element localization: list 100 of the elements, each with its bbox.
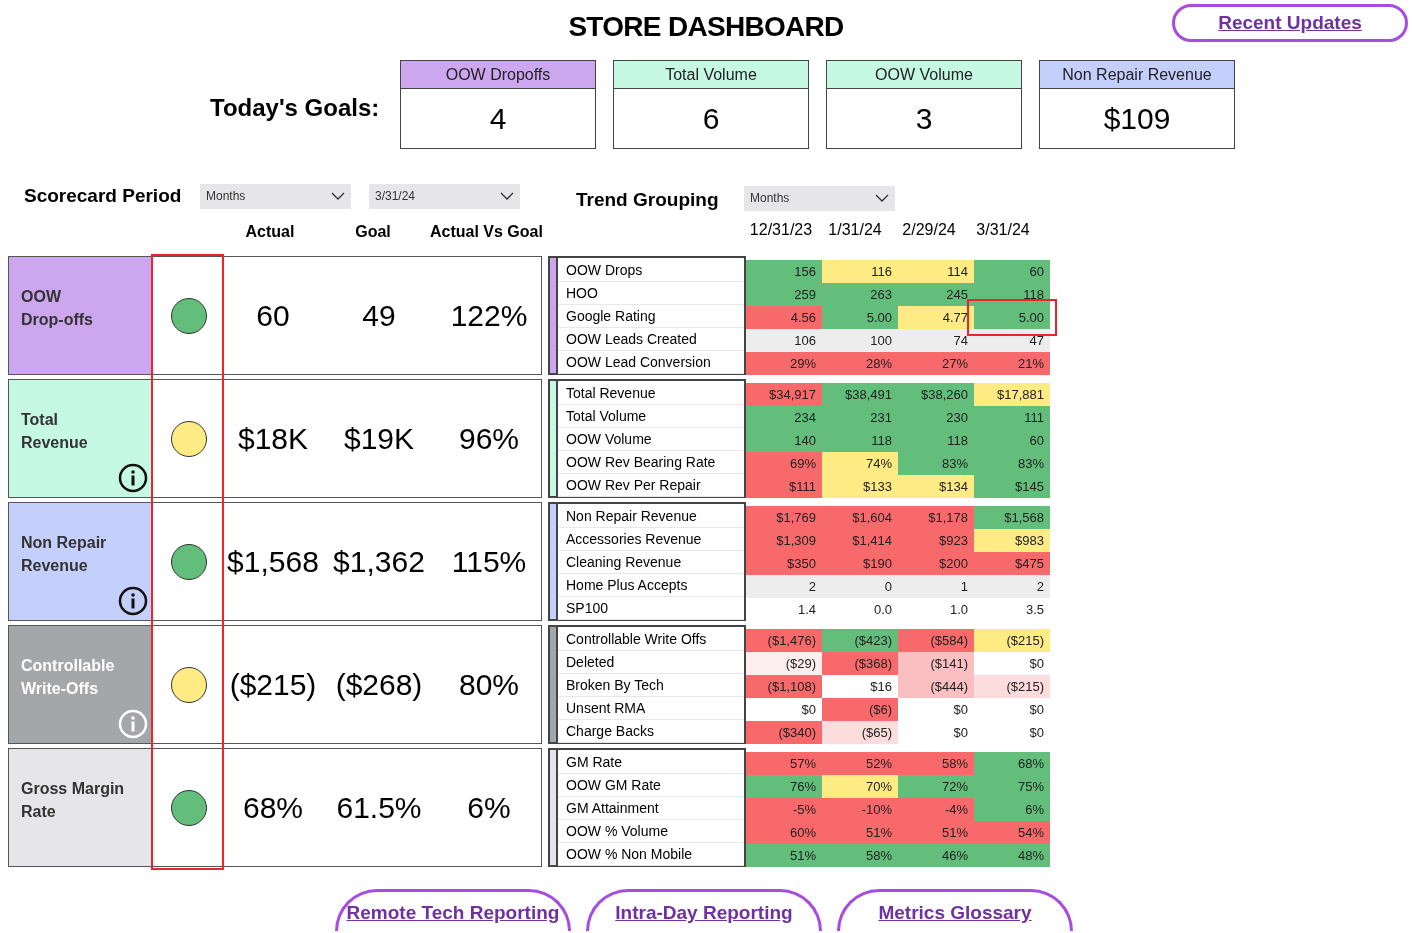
trend-cell: 118	[898, 429, 974, 452]
metric-name: OOW % Volume	[558, 820, 744, 843]
trend-cell: 76%	[746, 775, 822, 798]
scorecard-name: Gross Margin Rate	[21, 779, 125, 822]
trend-cell: $1,414	[822, 529, 898, 552]
goal-value: 49	[361, 298, 397, 334]
trend-cell: 111	[974, 406, 1050, 429]
metric-name: OOW Volume	[558, 428, 744, 451]
trend-cell: 2	[974, 575, 1050, 598]
trend-cell: 27%	[898, 352, 974, 375]
goal-value: $109	[1102, 101, 1172, 137]
trend-cell: 51%	[898, 821, 974, 844]
vs-goal-value: 96%	[457, 421, 520, 457]
trend-cell: $38,491	[822, 383, 898, 406]
trend-cell: 70%	[822, 775, 898, 798]
trend-cell: $983	[974, 529, 1050, 552]
trend-cell: 60%	[746, 821, 822, 844]
trend-cell: $190	[822, 552, 898, 575]
trend-grouping-label: Trend Grouping	[575, 187, 720, 212]
report-link[interactable]: Remote Tech Reporting	[335, 889, 571, 931]
info-icon[interactable]	[118, 586, 148, 616]
trend-cell: $475	[974, 552, 1050, 575]
trend-cell: $134	[898, 475, 974, 498]
trend-cell: 4.56	[746, 306, 822, 329]
trend-cell: $145	[974, 475, 1050, 498]
recent-updates-link[interactable]: Recent Updates	[1172, 4, 1408, 42]
trend-cell: ($215)	[974, 629, 1050, 652]
trend-cell: 54%	[974, 821, 1050, 844]
report-link[interactable]: Intra-Day Reporting	[586, 889, 822, 931]
trend-cell: 230	[898, 406, 974, 429]
goal-title: OOW Volume	[827, 61, 1021, 89]
metric-name: Unsent RMA	[558, 697, 744, 720]
trend-cell: 48%	[974, 844, 1050, 867]
vs-goal-value: 122%	[449, 298, 529, 334]
trend-cell: 106	[746, 329, 822, 352]
column-header: Goal	[354, 222, 392, 242]
dropdown[interactable]: Months	[744, 185, 895, 211]
scorecard-name: Controllable Write-Offs	[21, 656, 115, 699]
actual-value: 68%	[241, 790, 304, 826]
vs-goal-value: 115%	[450, 544, 528, 580]
column-header: 12/31/23	[748, 220, 814, 240]
trend-cell: 140	[746, 429, 822, 452]
trend-cell: -4%	[898, 798, 974, 821]
trend-cell: 68%	[974, 752, 1050, 775]
goal-value: 3	[914, 101, 934, 137]
actual-value: $18K	[236, 421, 310, 457]
trend-cell: ($444)	[898, 675, 974, 698]
metric-name: Non Repair Revenue	[558, 505, 744, 528]
trend-cell: 234	[746, 406, 822, 429]
trend-cell: 263	[822, 283, 898, 306]
trend-cell: 29%	[746, 352, 822, 375]
metric-name: Charge Backs	[558, 720, 744, 743]
info-icon[interactable]	[118, 463, 148, 493]
trend-cell: $1,568	[974, 506, 1050, 529]
scorecard-name: Non Repair Revenue	[21, 533, 107, 576]
metric-name: OOW Rev Per Repair	[558, 474, 744, 497]
vs-goal-value: 80%	[457, 667, 520, 703]
trend-cell: 1	[898, 575, 974, 598]
trend-cell: $1,309	[746, 529, 822, 552]
goal-value: ($268)	[334, 667, 424, 703]
chevron-down-icon	[500, 192, 514, 200]
trend-cell: ($215)	[974, 675, 1050, 698]
trend-cell: 51%	[822, 821, 898, 844]
actual-value: $1,568	[226, 544, 320, 580]
trend-cell: $111	[746, 475, 822, 498]
metric-name: Home Plus Accepts	[558, 574, 744, 597]
trend-cell: $17,881	[974, 383, 1050, 406]
dropdown[interactable]: 3/31/24	[369, 183, 520, 209]
dashboard-title: STORE DASHBOARD	[568, 10, 844, 44]
column-header: 2/29/24	[901, 220, 957, 240]
chevron-down-icon	[331, 192, 345, 200]
trend-cell: 47	[974, 329, 1050, 352]
metric-name: Google Rating	[558, 305, 744, 328]
trend-cell: 60	[974, 260, 1050, 283]
trend-cell: ($1,108)	[746, 675, 822, 698]
metric-name: OOW GM Rate	[558, 774, 744, 797]
dropdown[interactable]: Months	[200, 183, 351, 209]
trend-cell: 5.00	[974, 306, 1050, 329]
metric-name: OOW Drops	[558, 259, 744, 282]
trend-cell: 5.00	[822, 306, 898, 329]
column-header: 1/31/24	[827, 220, 883, 240]
trend-cell: 57%	[746, 752, 822, 775]
trend-cell: 52%	[822, 752, 898, 775]
metric-name: OOW Lead Conversion	[558, 351, 744, 374]
report-link[interactable]: Metrics Glossary	[837, 889, 1073, 931]
trend-cell: ($584)	[898, 629, 974, 652]
metric-name: OOW Leads Created	[558, 328, 744, 351]
goal-value: 4	[488, 101, 508, 137]
goal-value: $1,362	[332, 544, 426, 580]
column-header: Actual Vs Goal	[430, 222, 542, 242]
column-header: 3/31/24	[975, 220, 1031, 240]
trend-cell: 156	[746, 260, 822, 283]
metric-name: OOW Rev Bearing Rate	[558, 451, 744, 474]
trend-cell: 2	[746, 575, 822, 598]
metric-name: Deleted	[558, 651, 744, 674]
metric-name: GM Attainment	[558, 797, 744, 820]
trend-cell: 4.77	[898, 306, 974, 329]
trend-cell: 0	[822, 575, 898, 598]
trend-cell: $34,917	[746, 383, 822, 406]
scorecard-name: Total Revenue	[21, 410, 88, 453]
